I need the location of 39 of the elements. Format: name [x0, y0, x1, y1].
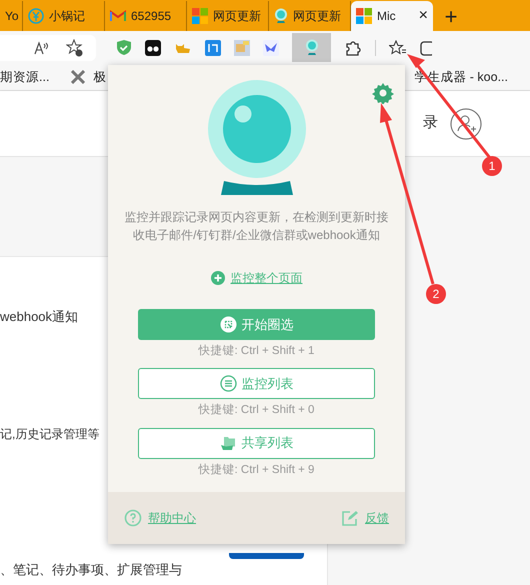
gear-icon[interactable] [372, 82, 394, 104]
dots-icon[interactable] [145, 40, 161, 56]
user-add-icon[interactable] [450, 108, 482, 140]
bird-icon[interactable] [263, 40, 279, 56]
bookmark-link[interactable]: 极 [71, 68, 106, 86]
puzzle-icon[interactable] [344, 38, 362, 56]
close-tab-button[interactable]: × [418, 4, 428, 28]
shield-check-icon[interactable] [116, 39, 132, 56]
folder-share-icon [220, 434, 236, 452]
mail-icon [110, 10, 126, 22]
page-text: 、笔记、待办事项、扩展管理与 [0, 562, 182, 576]
read-aloud-icon[interactable] [34, 40, 50, 54]
shortcut-hint: 快捷键: Ctrl + Shift + 9 [198, 462, 314, 478]
windows-icon [192, 8, 208, 24]
favorites-icon[interactable] [389, 40, 407, 56]
x-icon [71, 70, 86, 84]
yen-icon [28, 8, 44, 24]
shortcut-hint: 快捷键: Ctrl + Shift + 0 [198, 402, 314, 418]
help-icon [124, 509, 142, 527]
page-button[interactable] [229, 552, 304, 558]
page-text: webhook通知 [0, 308, 78, 326]
list-icon [220, 375, 236, 392]
address-bar[interactable] [0, 34, 96, 60]
browser-tab[interactable]: Mic × [351, 1, 433, 31]
login-link[interactable]: 录 [423, 112, 438, 135]
webcam-icon [274, 8, 288, 24]
new-tab-button[interactable]: + [433, 1, 469, 31]
plus-icon [210, 271, 224, 285]
windows-icon [356, 8, 372, 24]
bookmark-link[interactable]: 期资源... [0, 68, 50, 86]
collections-icon[interactable] [420, 40, 432, 56]
description-text: 监控并跟踪记录网页内容更新，在检测到更新时接收电子邮件/钉钉群/企业微信群或webhook通知 [124, 209, 390, 244]
webcam-icon [304, 39, 318, 56]
shopping-icon[interactable] [205, 40, 221, 56]
select-icon [220, 316, 236, 333]
edit-icon [341, 510, 359, 526]
favorite-add-icon[interactable] [66, 38, 84, 56]
shortcut-hint: 快捷键: Ctrl + Shift + 1 [198, 344, 314, 359]
page-text: 记,历史记录管理等 [0, 426, 100, 442]
